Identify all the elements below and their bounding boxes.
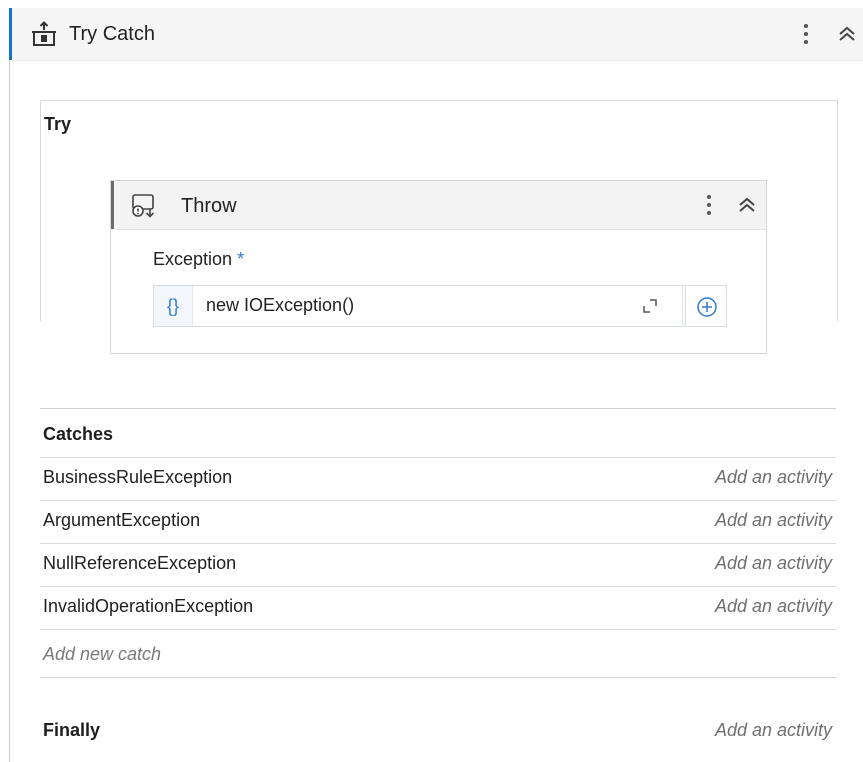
double-chevron-up-icon[interactable] (735, 193, 759, 217)
add-activity-link[interactable]: Add an activity (715, 553, 832, 574)
add-activity-link[interactable]: Add an activity (715, 510, 832, 531)
catch-exception-type: InvalidOperationException (43, 596, 254, 616)
catches-top-rule (40, 408, 836, 409)
catches-bottom-rule (40, 677, 836, 678)
finally-add-activity-link[interactable]: Add an activity (715, 720, 832, 741)
catch-row[interactable]: InvalidOperationException Add an activit… (40, 587, 836, 630)
kebab-icon[interactable] (701, 191, 717, 219)
try-catch-title: Try Catch (69, 23, 155, 45)
expand-icon[interactable] (642, 298, 658, 314)
double-chevron-up-icon[interactable] (835, 22, 859, 46)
add-activity-link[interactable]: Add an activity (715, 467, 832, 488)
catch-row[interactable]: NullReferenceException Add an activity (40, 544, 836, 587)
throw-title: Throw (181, 195, 237, 217)
catch-exception-type: BusinessRuleException (43, 467, 233, 487)
catch-exception-type: NullReferenceException (43, 553, 237, 573)
field-divider (682, 286, 683, 326)
throw-header[interactable]: Throw (111, 181, 766, 230)
container-left-rule (9, 8, 10, 762)
kebab-icon[interactable] (797, 20, 815, 48)
exception-expression-input[interactable]: {} new IOException() (153, 285, 686, 327)
add-activity-link[interactable]: Add an activity (715, 596, 832, 617)
finally-title: Finally (43, 720, 101, 740)
exception-label-text: Exception (153, 249, 233, 269)
designer-canvas: Try Catch Try Throw Exception * {} new I… (0, 0, 863, 762)
exception-field-label: Exception * (153, 249, 244, 270)
catches-title: Catches (43, 424, 114, 444)
throw-activity-card[interactable]: Throw Exception * {} new IOException() (110, 180, 767, 354)
exception-expression-value[interactable]: new IOException() (206, 295, 354, 316)
try-catch-icon (32, 21, 56, 46)
catch-exception-type: ArgumentException (43, 510, 201, 530)
plus-circle-icon (697, 297, 717, 317)
catch-row[interactable]: BusinessRuleException Add an activity (40, 458, 836, 501)
add-argument-button[interactable] (687, 285, 727, 327)
try-label: Try (44, 114, 72, 134)
throw-icon (132, 194, 155, 218)
expression-braces-icon[interactable]: {} (154, 286, 193, 326)
required-marker: * (237, 249, 245, 269)
throw-accent-bar (111, 181, 114, 229)
add-new-catch-link[interactable]: Add new catch (43, 644, 161, 665)
selection-accent-bar (9, 8, 12, 60)
try-catch-header[interactable]: Try Catch (9, 8, 863, 61)
catch-row[interactable]: ArgumentException Add an activity (40, 501, 836, 544)
